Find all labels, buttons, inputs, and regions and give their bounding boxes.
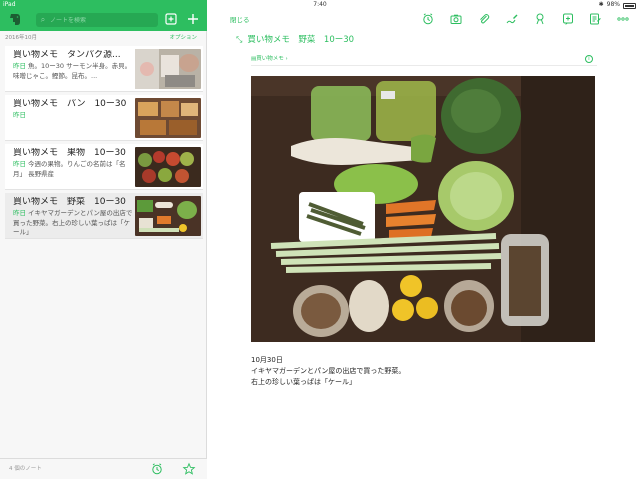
- note-body[interactable]: 10月30日 イキヤマガーデンとパン屋の出店で買った野菜。 右上の珍しい葉っぱは…: [251, 355, 611, 388]
- note-item-date: 昨日: [13, 160, 26, 168]
- list-section-bar: 2016年10月 オプション: [0, 31, 207, 45]
- body-line: 右上の珍しい葉っぱは「ケール」: [251, 378, 356, 386]
- status-right: ✱ 98%: [599, 0, 636, 10]
- format-icon[interactable]: [588, 12, 602, 26]
- note-item-text: イキヤマガーデンとパン屋の出店で買った野菜。右上の珍しい葉っぱは「ケール」: [13, 209, 133, 236]
- search-box[interactable]: ⌕: [36, 13, 158, 27]
- status-bar: iPad 7:40 ✱ 98%: [0, 0, 640, 10]
- reminder-icon[interactable]: [421, 12, 435, 26]
- note-item-title: 買い物メモ タンパク源...: [13, 50, 121, 60]
- camera-icon[interactable]: [449, 12, 463, 26]
- list-footer: 4 個のノート: [0, 458, 207, 479]
- plus-icon[interactable]: [186, 12, 200, 26]
- note-thumbnail: [135, 147, 201, 187]
- star-icon[interactable]: [182, 462, 196, 476]
- options-button[interactable]: オプション: [169, 31, 197, 45]
- note-item-text: 今週の果物。りんごの名前は「名月」 長野県産: [13, 160, 126, 178]
- bluetooth-icon: ✱: [598, 1, 604, 8]
- notebook-row: ▤買い物メモ › i: [251, 52, 597, 66]
- note-item-snippet: 昨日 今週の果物。りんごの名前は「名月」 長野県産: [13, 160, 133, 179]
- note-list-item[interactable]: 買い物メモ パン 10ー30 昨日: [5, 95, 203, 141]
- note-item-date: 昨日: [13, 62, 26, 70]
- note-list-item[interactable]: 買い物メモ 果物 10ー30 昨日 今週の果物。りんごの名前は「名月」 長野県産: [5, 144, 203, 190]
- note-list-pane: ⌕ 2016年10月 オプション 買い物メモ タンパク源... 昨日魚。10ー3…: [0, 0, 207, 479]
- body-line: 10月30日: [251, 356, 283, 364]
- note-list-item[interactable]: 買い物メモ タンパク源... 昨日 魚。10ー30 サーモン半身。赤貝。味噌じゃこ…: [5, 46, 203, 92]
- handwriting-icon[interactable]: [505, 12, 519, 26]
- note-title-bar: ⤡ 買い物メモ 野菜 10ー30: [236, 33, 616, 47]
- close-button[interactable]: 閉じる: [230, 14, 250, 24]
- note-item-text: 魚。10ー30 サーモン半身。赤貝。味噌じゃこ。鰹節。昆布。...: [13, 62, 132, 80]
- attachment-icon[interactable]: [477, 12, 491, 26]
- note-thumbnail: [135, 196, 201, 236]
- note-item-snippet: 昨日 魚。10ー30 サーモン半身。赤貝。味噌じゃこ。鰹節。昆布。...: [13, 62, 133, 81]
- search-icon: ⌕: [40, 15, 46, 24]
- info-icon[interactable]: i: [585, 55, 593, 63]
- note-item-title: 買い物メモ 野菜 10ー30: [13, 197, 126, 207]
- note-item-snippet: 昨日: [13, 111, 133, 121]
- note-title[interactable]: 買い物メモ 野菜 10ー30: [247, 35, 354, 45]
- note-count: 4 個のノート: [9, 466, 42, 472]
- editor-toolbar: 閉じる: [208, 8, 640, 30]
- share-icon[interactable]: [561, 12, 575, 26]
- note-list-item-selected[interactable]: 買い物メモ 野菜 10ー30 昨日 イキヤマガーデンとパン屋の出店で買った野菜。右…: [5, 193, 203, 239]
- reminder-icon[interactable]: [150, 462, 164, 476]
- note-item-title: 買い物メモ 果物 10ー30: [13, 148, 126, 158]
- note-item-title: 買い物メモ パン 10ー30: [13, 99, 127, 109]
- battery-percent: 98%: [606, 1, 620, 8]
- clock: 7:40: [313, 1, 327, 8]
- note-thumbnail: [135, 49, 201, 89]
- month-label: 2016年10月: [5, 35, 37, 41]
- note-thumbnail: [135, 98, 201, 138]
- search-input[interactable]: [50, 16, 150, 24]
- note-item-date: 昨日: [13, 111, 26, 119]
- expand-icon[interactable]: ⤡: [236, 35, 242, 44]
- note-item-snippet: 昨日 イキヤマガーデンとパン屋の出店で買った野菜。右上の珍しい葉っぱは「ケール」: [13, 209, 133, 238]
- new-note-icon[interactable]: [164, 12, 178, 26]
- body-line: イキヤマガーデンとパン屋の出店で買った野菜。: [251, 367, 406, 375]
- battery-icon: [623, 3, 636, 9]
- note-item-date: 昨日: [13, 209, 26, 217]
- notebook-name[interactable]: 買い物メモ: [256, 56, 284, 62]
- more-icon[interactable]: [616, 12, 630, 26]
- note-photo: [251, 76, 595, 342]
- present-icon[interactable]: [533, 12, 547, 26]
- chevron-right-icon: ›: [283, 56, 288, 62]
- evernote-elephant-icon[interactable]: [8, 12, 22, 26]
